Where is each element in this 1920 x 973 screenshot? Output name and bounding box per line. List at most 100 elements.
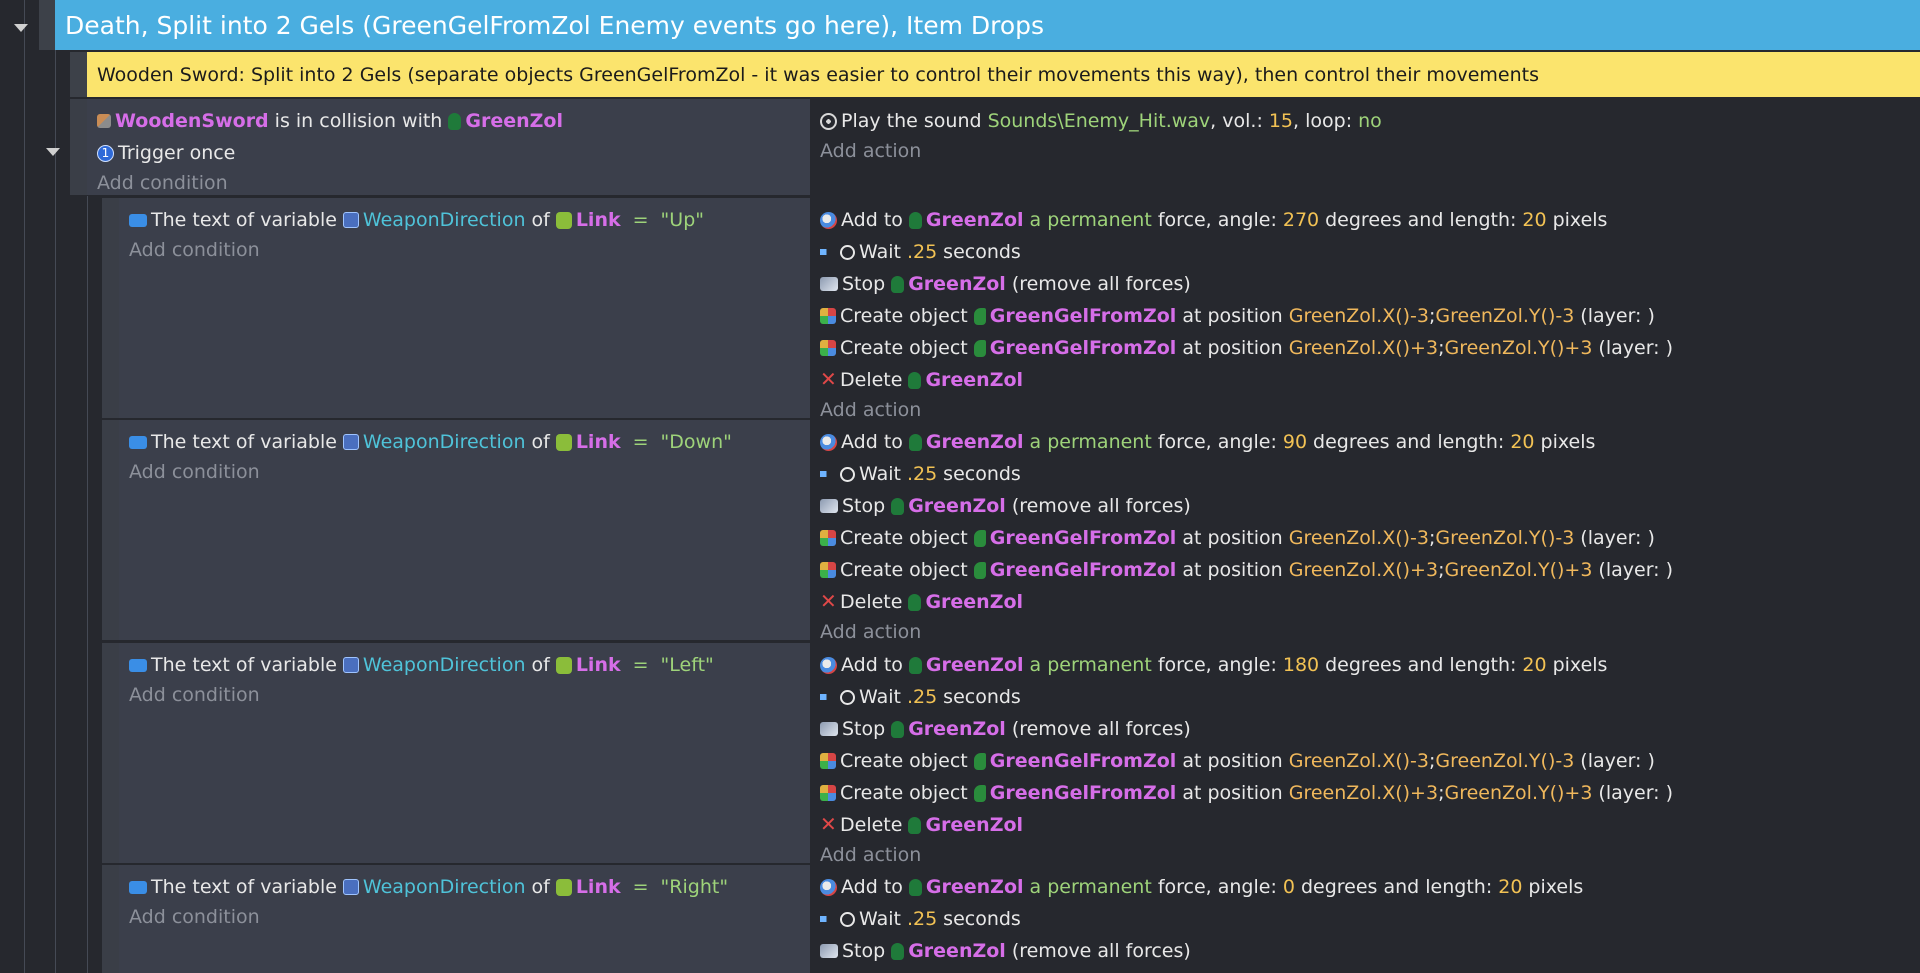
action-stop-forces[interactable]: Stop GreenZol (remove all forces)	[820, 935, 1920, 967]
green-gel-icon	[973, 529, 986, 547]
event-gutter	[70, 99, 87, 195]
create-object-icon	[820, 753, 836, 769]
green-zol-icon	[908, 878, 922, 896]
add-condition-link[interactable]: Add condition	[129, 903, 810, 933]
action-create-object[interactable]: Create object GreenGelFromZol at positio…	[820, 554, 1920, 586]
condition-variable-text[interactable]: The text of variable WeaponDirection of …	[129, 649, 810, 681]
conditions-panel: The text of variable WeaponDirection of …	[119, 643, 810, 863]
condition-variable-text[interactable]: The text of variable WeaponDirection of …	[129, 871, 810, 903]
green-zol-icon	[891, 720, 905, 738]
delete-icon: ✕	[820, 812, 837, 836]
delete-icon: ✕	[820, 589, 837, 613]
event-gutter	[102, 420, 119, 640]
action-create-object[interactable]: Create object GreenGelFromZol at positio…	[820, 300, 1920, 332]
clock-icon	[840, 244, 855, 260]
async-icon	[820, 249, 836, 255]
actions-panel: Add to GreenZol a permanent force, angle…	[812, 643, 1920, 866]
async-icon	[820, 916, 836, 922]
action-stop-forces[interactable]: Stop GreenZol (remove all forces)	[820, 268, 1920, 300]
action-create-object[interactable]: Create object GreenGelFromZol at positio…	[820, 522, 1920, 554]
force-icon	[820, 656, 837, 674]
wooden-sword-icon	[97, 114, 111, 128]
stop-forces-icon	[820, 499, 838, 513]
create-object-icon	[820, 308, 836, 324]
add-condition-link[interactable]: Add condition	[97, 169, 810, 199]
collapse-toggle-icon[interactable]	[14, 24, 28, 32]
variable-icon	[129, 435, 147, 449]
actions-panel: Add to GreenZol a permanent force, angle…	[812, 198, 1920, 421]
force-icon	[820, 433, 837, 451]
group-title: Death, Split into 2 Gels (GreenGelFromZo…	[65, 10, 1045, 40]
action-delete-object[interactable]: ✕ Delete GreenZol	[820, 809, 1920, 841]
green-gel-icon	[973, 339, 986, 357]
create-object-icon	[820, 340, 836, 356]
event-gutter	[102, 865, 119, 973]
action-wait[interactable]: Wait .25 seconds	[820, 236, 1920, 268]
green-zol-icon	[908, 211, 922, 229]
conditions-panel: The text of variable WeaponDirection of …	[119, 420, 810, 640]
action-delete-object[interactable]: ✕ Delete GreenZol	[820, 364, 1920, 396]
variable-icon	[129, 658, 147, 672]
green-zol-icon	[908, 593, 922, 611]
variable-icon	[129, 880, 147, 894]
green-gel-icon	[973, 784, 986, 802]
add-action-link[interactable]: Add action	[820, 137, 1920, 167]
action-add-force[interactable]: Add to GreenZol a permanent force, angle…	[820, 649, 1920, 681]
force-icon	[820, 878, 837, 896]
trigger-once-icon: 1	[97, 144, 114, 162]
link-icon	[555, 211, 572, 229]
scene-variable-icon	[342, 434, 359, 450]
green-zol-icon	[891, 497, 905, 515]
add-condition-link[interactable]: Add condition	[129, 681, 810, 711]
clock-icon	[840, 911, 855, 927]
tree-rail	[55, 50, 56, 973]
condition-collision[interactable]: WoodenSword is in collision with GreenZo…	[97, 105, 810, 137]
add-condition-link[interactable]: Add condition	[129, 236, 810, 266]
green-gel-icon	[973, 752, 986, 770]
action-stop-forces[interactable]: Stop GreenZol (remove all forces)	[820, 490, 1920, 522]
action-delete-object[interactable]: ✕ Delete GreenZol	[820, 586, 1920, 618]
link-icon	[555, 433, 572, 451]
action-add-force[interactable]: Add to GreenZol a permanent force, angle…	[820, 426, 1920, 458]
tree-rail	[24, 0, 25, 973]
collapse-toggle-icon[interactable]	[46, 148, 60, 156]
condition-trigger-once[interactable]: 1 Trigger once	[97, 137, 810, 169]
force-icon	[820, 211, 837, 229]
clock-icon	[840, 689, 855, 705]
variable-icon	[129, 213, 147, 227]
stop-forces-icon	[820, 944, 838, 958]
green-gel-icon	[973, 561, 986, 579]
action-create-object[interactable]: Create object GreenGelFromZol at positio…	[820, 777, 1920, 809]
green-gel-icon	[973, 307, 986, 325]
create-object-icon	[820, 785, 836, 801]
green-zol-icon	[891, 275, 905, 293]
action-wait[interactable]: Wait .25 seconds	[820, 903, 1920, 935]
action-wait[interactable]: Wait .25 seconds	[820, 681, 1920, 713]
action-create-object[interactable]: Create object GreenGelFromZol at positio…	[820, 332, 1920, 364]
action-stop-forces[interactable]: Stop GreenZol (remove all forces)	[820, 713, 1920, 745]
action-add-force[interactable]: Add to GreenZol a permanent force, angle…	[820, 204, 1920, 236]
delete-icon: ✕	[820, 367, 837, 391]
scene-variable-icon	[342, 657, 359, 673]
link-icon	[555, 878, 572, 896]
condition-variable-text[interactable]: The text of variable WeaponDirection of …	[129, 426, 810, 458]
create-object-icon	[820, 562, 836, 578]
action-create-object[interactable]: Create object GreenGelFromZol at positio…	[820, 745, 1920, 777]
add-condition-link[interactable]: Add condition	[129, 458, 810, 488]
action-add-force[interactable]: Add to GreenZol a permanent force, angle…	[820, 871, 1920, 903]
event-gutter	[102, 198, 119, 418]
green-zol-icon	[908, 816, 922, 834]
stop-forces-icon	[820, 722, 838, 736]
green-zol-icon	[908, 433, 922, 451]
conditions-panel: The text of variable WeaponDirection of …	[119, 865, 810, 973]
group-header[interactable]: Death, Split into 2 Gels (GreenGelFromZo…	[55, 0, 1920, 50]
conditions-panel: WoodenSword is in collision with GreenZo…	[87, 99, 810, 195]
sound-icon	[820, 112, 837, 130]
condition-variable-text[interactable]: The text of variable WeaponDirection of …	[129, 204, 810, 236]
event-gutter	[102, 643, 119, 863]
stop-forces-icon	[820, 277, 838, 291]
async-icon	[820, 471, 836, 477]
comment-block[interactable]: Wooden Sword: Split into 2 Gels (separat…	[87, 52, 1920, 97]
action-play-sound[interactable]: Play the sound Sounds\Enemy_Hit.wav , vo…	[820, 105, 1920, 137]
action-wait[interactable]: Wait .25 seconds	[820, 458, 1920, 490]
